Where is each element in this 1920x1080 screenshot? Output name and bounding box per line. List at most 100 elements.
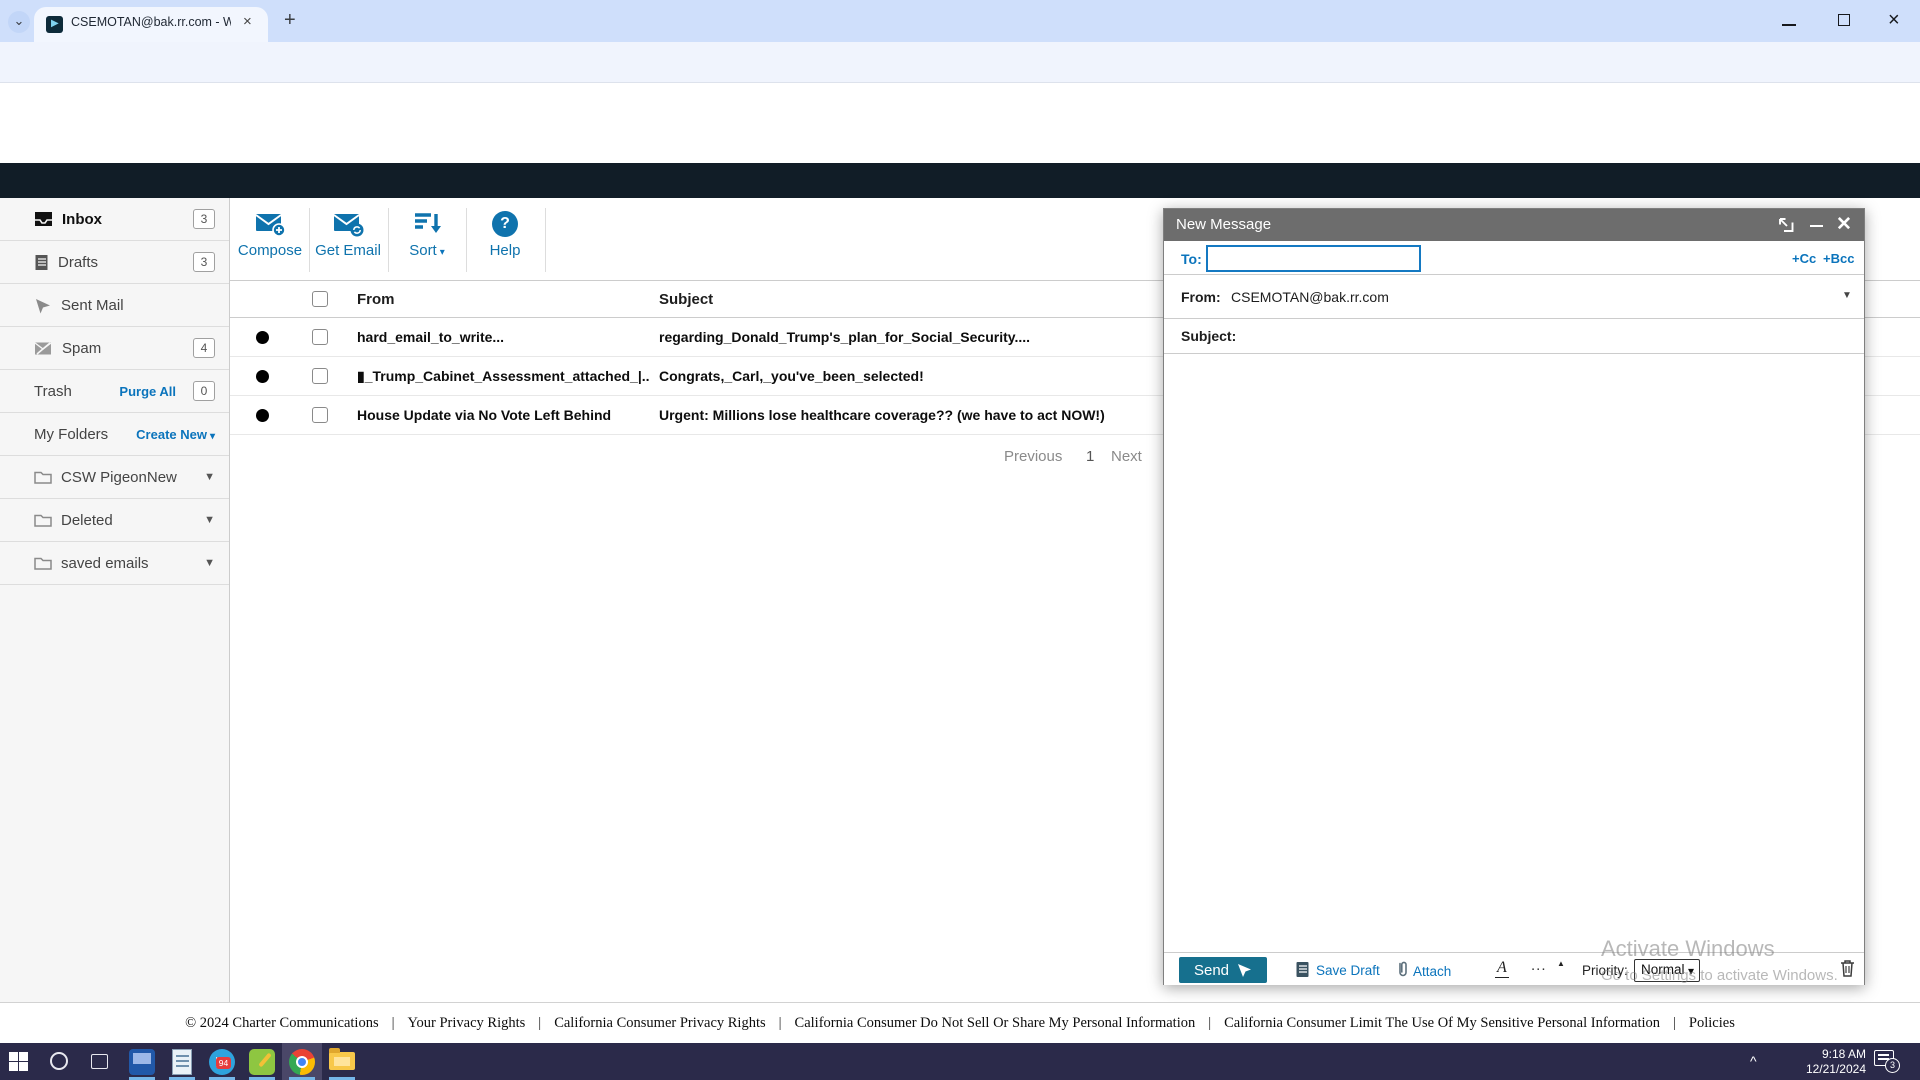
get-email-button[interactable]: Get Email xyxy=(308,206,388,259)
tray-time[interactable]: 9:18 AM xyxy=(1786,1047,1866,1061)
site-footer: © 2024 Charter CommunicationsYour Privac… xyxy=(0,1002,1920,1043)
send-cursor-icon xyxy=(1237,963,1252,978)
compose-from-row[interactable]: From: CSEMOTAN@bak.rr.com ▼ xyxy=(1164,274,1864,318)
taskbar-app-notepad[interactable] xyxy=(162,1043,202,1080)
cortana-icon xyxy=(50,1052,68,1070)
footer-link[interactable]: Your Privacy Rights xyxy=(379,1015,526,1031)
folder-icon xyxy=(34,556,52,571)
notification-center-button[interactable]: 3 xyxy=(1874,1050,1902,1076)
task-view-button[interactable] xyxy=(82,1043,122,1080)
taskbar-app-file-explorer[interactable] xyxy=(322,1043,362,1080)
row-checkbox[interactable] xyxy=(312,368,328,384)
row-checkbox[interactable] xyxy=(312,329,328,345)
sidebar-label: Trash xyxy=(34,383,72,400)
compose-minimize-icon[interactable] xyxy=(1810,225,1823,227)
save-draft-button[interactable]: Save Draft xyxy=(1316,963,1380,978)
windows-logo-icon xyxy=(9,1052,28,1071)
folder-caret-icon[interactable]: ▼ xyxy=(204,471,215,483)
attach-paperclip-icon xyxy=(1396,960,1409,979)
attach-button[interactable]: Attach xyxy=(1413,964,1451,979)
popout-icon[interactable] xyxy=(1778,217,1795,233)
send-label: Send xyxy=(1194,962,1229,979)
priority-select[interactable]: Normal xyxy=(1634,959,1700,982)
notepadpp-icon xyxy=(249,1049,275,1075)
taskbar-app-mail[interactable]: 94 xyxy=(202,1043,242,1080)
new-tab-button[interactable]: + xyxy=(284,9,296,32)
start-button[interactable] xyxy=(2,1043,42,1080)
compose-label: Compose xyxy=(230,242,310,259)
to-input[interactable] xyxy=(1206,245,1421,272)
taskbar-app-remote-desktop[interactable] xyxy=(122,1043,162,1080)
unread-dot xyxy=(256,331,269,344)
sidebar-item-inbox[interactable]: Inbox 3 xyxy=(0,198,229,241)
sidebar-item-spam[interactable]: Spam 4 xyxy=(0,327,229,370)
footer-link[interactable]: California Consumer Privacy Rights xyxy=(525,1015,765,1031)
compose-subject-row[interactable]: Subject: xyxy=(1164,318,1864,353)
compose-close-icon[interactable]: ✕ xyxy=(1836,213,1852,236)
folder-caret-icon[interactable]: ▼ xyxy=(204,514,215,526)
get-email-icon xyxy=(308,206,388,242)
remote-desktop-icon xyxy=(129,1049,155,1075)
discard-trash-icon[interactable] xyxy=(1839,959,1856,978)
format-text-button[interactable]: A xyxy=(1495,959,1509,978)
select-all-checkbox[interactable] xyxy=(312,291,328,307)
get-email-label: Get Email xyxy=(308,242,388,259)
tray-expand-chevron[interactable]: ^ xyxy=(1750,1053,1757,1069)
from-dropdown-caret-icon[interactable]: ▼ xyxy=(1842,290,1852,301)
sort-button[interactable]: Sort xyxy=(387,206,467,259)
folder-caret-icon[interactable]: ▼ xyxy=(204,557,215,569)
sidebar-item-sent[interactable]: Sent Mail xyxy=(0,284,229,327)
footer-link[interactable]: Policies xyxy=(1660,1015,1735,1031)
help-button[interactable]: ? Help xyxy=(465,206,545,259)
compose-body[interactable] xyxy=(1164,353,1864,952)
pagination-next[interactable]: Next xyxy=(1111,448,1142,465)
window-maximize-button[interactable] xyxy=(1838,14,1850,26)
sidebar-label: Inbox xyxy=(62,211,102,228)
from-value: CSEMOTAN@bak.rr.com xyxy=(1231,289,1389,305)
tab-search-chevron-icon[interactable]: ⌄ xyxy=(8,11,30,33)
sidebar-item-folder-deleted[interactable]: Deleted ▼ xyxy=(0,499,229,542)
notification-count-badge: 3 xyxy=(1885,1058,1900,1073)
create-new-link[interactable]: Create New xyxy=(136,427,215,442)
compose-titlebar[interactable]: New Message ✕ xyxy=(1164,209,1864,241)
add-bcc-link[interactable]: +Bcc xyxy=(1823,251,1854,266)
more-caret-icon[interactable]: ▲ xyxy=(1557,959,1565,968)
window-close-button[interactable]: × xyxy=(1888,9,1900,32)
taskbar-app-notepadpp[interactable] xyxy=(242,1043,282,1080)
column-subject[interactable]: Subject xyxy=(659,291,713,308)
priority-value: Normal xyxy=(1641,962,1685,977)
more-options-button[interactable]: ... xyxy=(1531,957,1547,974)
sidebar-item-folder-csw[interactable]: CSW PigeonNew F... ▼ xyxy=(0,456,229,499)
save-draft-icon xyxy=(1295,961,1310,978)
window-minimize-button[interactable] xyxy=(1782,24,1796,26)
sidebar-item-trash[interactable]: Trash Purge All 0 xyxy=(0,370,229,413)
cortana-button[interactable] xyxy=(42,1043,82,1080)
priority-label: Priority: xyxy=(1582,963,1628,978)
column-from[interactable]: From xyxy=(357,291,395,308)
spam-icon xyxy=(34,341,53,356)
footer-link[interactable]: California Consumer Do Not Sell Or Share… xyxy=(766,1015,1196,1031)
windows-taskbar: 94 ^ 9:18 AM 12/21/2024 3 xyxy=(0,1043,1920,1080)
compose-icon xyxy=(230,206,310,242)
help-icon: ? xyxy=(465,206,545,242)
sidebar-label: CSW PigeonNew F... xyxy=(61,469,179,486)
send-button[interactable]: Send xyxy=(1179,957,1267,983)
pagination-previous[interactable]: Previous xyxy=(1004,448,1062,465)
browser-toolbar: ← → ⟳ webmail.spectrum.net/mail ☆ Verify… xyxy=(0,42,1920,83)
row-checkbox[interactable] xyxy=(312,407,328,423)
taskbar-app-chrome[interactable] xyxy=(282,1043,322,1080)
tray-date[interactable]: 12/21/2024 xyxy=(1786,1062,1866,1076)
footer-link[interactable]: California Consumer Limit The Use Of My … xyxy=(1195,1015,1660,1031)
spam-count-badge: 4 xyxy=(193,338,215,358)
add-cc-link[interactable]: +Cc xyxy=(1792,251,1816,266)
sidebar-item-drafts[interactable]: Drafts 3 xyxy=(0,241,229,284)
drafts-icon xyxy=(34,254,49,271)
tab-close-icon[interactable]: × xyxy=(243,13,252,30)
trash-count-badge: 0 xyxy=(193,381,215,401)
pagination-page-1[interactable]: 1 xyxy=(1086,448,1094,465)
sidebar-item-folder-saved[interactable]: saved emails ▼ xyxy=(0,542,229,585)
purge-all-link[interactable]: Purge All xyxy=(119,384,176,399)
help-label: Help xyxy=(465,242,545,259)
site-header: MENU Spectrum Support Sign Out xyxy=(0,83,1920,163)
compose-button[interactable]: Compose xyxy=(230,206,310,259)
